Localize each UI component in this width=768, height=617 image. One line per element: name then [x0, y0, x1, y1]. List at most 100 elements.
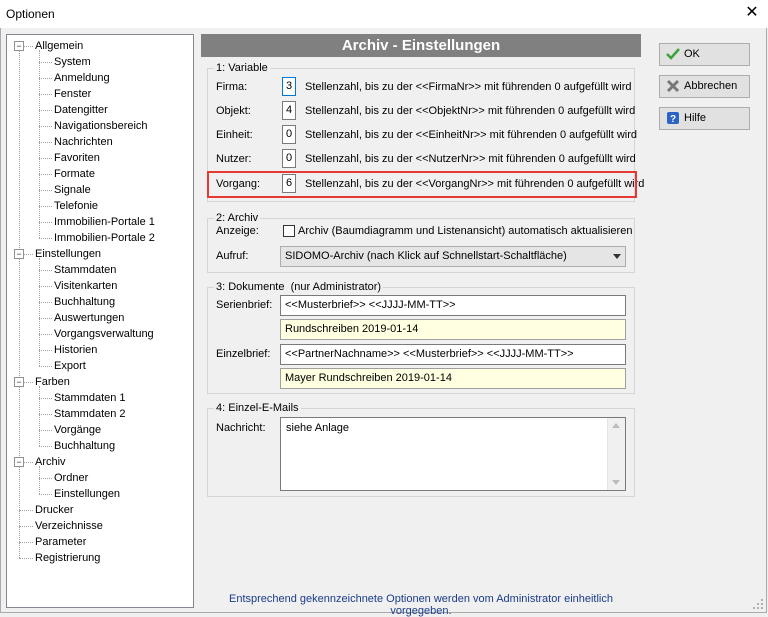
tree-item[interactable]: Verzeichnisse [35, 518, 103, 534]
collapse-icon[interactable]: − [14, 457, 24, 467]
tree-item[interactable]: Vorgangsverwaltung [54, 326, 154, 342]
tree-item[interactable]: Favoriten [54, 150, 100, 166]
tree-item-label: Stammdaten 2 [54, 408, 126, 420]
dokumente-group-title: 3: Dokumente (nur Administrator) [214, 281, 384, 294]
variable-digits-input[interactable]: 3 [282, 77, 296, 96]
tree-item[interactable]: Buchhaltung [54, 438, 115, 454]
variable-group-title: 1: Variable [214, 62, 270, 75]
nachricht-scrollbar[interactable] [607, 418, 625, 490]
collapse-icon[interactable]: − [14, 41, 24, 51]
aufruf-select[interactable]: SIDOMO-Archiv (nach Klick auf Schnellsta… [280, 246, 626, 267]
nachricht-value: siehe Anlage [286, 422, 349, 434]
tree-item-label: Formate [54, 168, 95, 180]
tree-connector [39, 366, 52, 367]
tree-item[interactable]: Export [54, 358, 86, 374]
tree-connector [39, 386, 40, 446]
tree-item-label: Signale [54, 184, 91, 196]
tree-connector [39, 494, 52, 495]
tree-connector [39, 302, 52, 303]
variable-label: Einheit: [216, 129, 253, 141]
tree-item-label: Immobilien-Portale 2 [54, 232, 155, 244]
tree-item[interactable]: Parameter [35, 534, 86, 550]
tree-item[interactable]: Formate [54, 166, 95, 182]
einzelbrief-input[interactable]: <<PartnerNachname>> <<Musterbrief>> <<JJ… [280, 344, 626, 365]
tree-item-label: Einstellungen [54, 488, 121, 500]
cancel-button-label: Abbrechen [684, 80, 738, 92]
variable-description: Stellenzahl, bis zu der <<EinheitNr>> mi… [305, 129, 638, 141]
tree-item[interactable]: Auswertungen [54, 310, 124, 326]
help-button[interactable]: ? Hilfe [659, 107, 750, 130]
tree-connector [39, 446, 52, 447]
variable-digits-input[interactable]: 0 [282, 149, 296, 168]
tree-item[interactable]: Immobilien-Portale 2 [54, 230, 155, 246]
tree-item-label: Historien [54, 344, 98, 356]
tree-connector [39, 126, 52, 127]
variable-description: Stellenzahl, bis zu der <<ObjektNr>> mit… [305, 105, 636, 117]
tree-connector [39, 142, 52, 143]
tree-connector [39, 94, 52, 95]
tree-item-label: Buchhaltung [54, 440, 116, 452]
variable-label: Nutzer: [216, 153, 252, 165]
close-icon[interactable]: ✕ [740, 2, 764, 24]
anzeige-checkbox[interactable] [283, 225, 295, 237]
tree-item-label: Export [54, 360, 86, 372]
tree-item-label: Stammdaten 1 [54, 392, 126, 404]
tree-item-label: Buchhaltung [54, 296, 116, 308]
scroll-up-icon[interactable] [612, 423, 620, 428]
collapse-icon[interactable]: − [14, 249, 24, 259]
tree-connector [39, 238, 52, 239]
tree-item[interactable]: Visitenkarten [54, 278, 117, 294]
scroll-down-icon[interactable] [612, 480, 620, 485]
tree-item[interactable]: Stammdaten 2 [54, 406, 126, 422]
tree-item[interactable]: Fenster [54, 86, 91, 102]
collapse-icon[interactable]: − [14, 377, 24, 387]
tree-item[interactable]: System [54, 54, 91, 70]
tree-connector [19, 558, 33, 559]
tree-item[interactable]: Historien [54, 342, 97, 358]
tree-item[interactable]: Datengitter [54, 102, 108, 118]
tree-item[interactable]: Allgemein [35, 38, 83, 54]
tree-connector [39, 270, 52, 271]
tree-connector [39, 398, 52, 399]
tree-connector [39, 190, 52, 191]
tree-item[interactable]: Anmeldung [54, 70, 110, 86]
tree-item[interactable]: Einstellungen [35, 246, 101, 262]
tree-item-label: Verzeichnisse [35, 520, 103, 532]
einzelbrief-preview: Mayer Rundschreiben 2019-01-14 [280, 368, 626, 389]
tree-connector [39, 334, 52, 335]
tree-item[interactable]: Immobilien-Portale 1 [54, 214, 155, 230]
anzeige-checkbox-label[interactable]: Archiv (Baumdiagramm und Listenansicht) … [298, 224, 632, 238]
tree-item[interactable]: Einstellungen [54, 486, 120, 502]
page-title: Archiv - Einstellungen [201, 34, 641, 57]
tree-item[interactable]: Farben [35, 374, 70, 390]
variable-description: Stellenzahl, bis zu der <<FirmaNr>> mit … [305, 81, 632, 93]
emails-group-title: 4: Einzel-E-Mails [214, 402, 301, 415]
serienbrief-input[interactable]: <<Musterbrief>> <<JJJJ-MM-TT>> [280, 295, 626, 316]
tree-connector [39, 222, 52, 223]
tree-item[interactable]: Registrierung [35, 550, 100, 566]
tree-item[interactable]: Stammdaten [54, 262, 116, 278]
tree-connector [39, 430, 52, 431]
tree-item[interactable]: Ordner [54, 470, 88, 486]
tree-item[interactable]: Drucker [35, 502, 74, 518]
tree-item[interactable]: Navigationsbereich [54, 118, 148, 134]
tree-item[interactable]: Buchhaltung [54, 294, 115, 310]
aufruf-label: Aufruf: [216, 250, 249, 262]
options-tree[interactable]: Allgemein − System Anmeldung Fenster Datengit… [6, 34, 194, 608]
tree-item[interactable]: Vorgänge [54, 422, 101, 438]
variable-digits-input[interactable]: 0 [282, 125, 296, 144]
tree-item[interactable]: Stammdaten 1 [54, 390, 126, 406]
nachricht-textarea[interactable]: siehe Anlage [280, 417, 626, 491]
tree-item[interactable]: Telefonie [54, 198, 98, 214]
resize-grip-icon[interactable] [752, 598, 764, 610]
tree-item[interactable]: Nachrichten [54, 134, 113, 150]
ok-button[interactable]: OK [659, 43, 750, 66]
tree-item[interactable]: Signale [54, 182, 91, 198]
variable-digits-input[interactable]: 4 [282, 101, 296, 120]
tree-item-label: Stammdaten [54, 264, 117, 276]
tree-item-label: Allgemein [35, 40, 84, 52]
cancel-button[interactable]: Abbrechen [659, 75, 750, 98]
tree-item-label: Telefonie [54, 200, 99, 212]
tree-item-label: Navigationsbereich [54, 120, 148, 132]
tree-item[interactable]: Archiv [35, 454, 66, 470]
